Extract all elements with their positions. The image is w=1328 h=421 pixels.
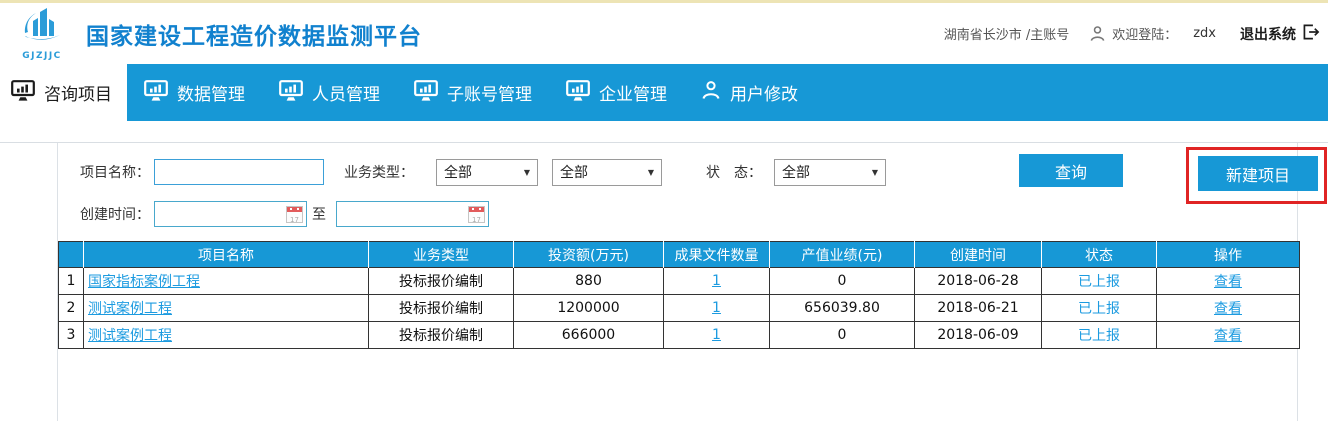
content-panel: 项目名称： 业务类型： 全部 ▼ 全部 ▼ 状 态： 全部 ▼ 创建时间： 17… bbox=[57, 143, 1298, 421]
chevron-down-icon: ▼ bbox=[648, 168, 654, 177]
col-header-investment: 投资额(万元) bbox=[514, 242, 664, 268]
table-row: 2 测试案例工程 投标报价编制 1200000 1 656039.80 2018… bbox=[59, 295, 1300, 322]
view-link[interactable]: 查看 bbox=[1214, 328, 1242, 344]
col-header-actions: 操作 bbox=[1157, 242, 1300, 268]
nav-item-user-modify[interactable]: 用户修改 bbox=[684, 64, 815, 121]
app-logo: GJZJJC bbox=[16, 6, 68, 61]
nav-label: 数据管理 bbox=[177, 80, 245, 105]
status-badge: 已上报 bbox=[1078, 301, 1120, 317]
select-value: 全部 bbox=[782, 162, 810, 182]
app-header: GJZJJC 国家建设工程造价数据监测平台 湖南省长沙市 /主账号 欢迎登陆： … bbox=[0, 3, 1328, 64]
page-title: 国家建设工程造价数据监测平台 bbox=[86, 17, 422, 51]
output-value-cell: 0 bbox=[770, 322, 915, 349]
project-name-input[interactable] bbox=[154, 159, 324, 185]
user-icon bbox=[1089, 25, 1106, 42]
project-name-link[interactable]: 国家指标案例工程 bbox=[88, 274, 200, 290]
project-name-label: 项目名称： bbox=[80, 162, 150, 182]
logout-button[interactable]: 退出系统 bbox=[1240, 24, 1320, 44]
project-name-link[interactable]: 测试案例工程 bbox=[88, 301, 172, 317]
username: zdx bbox=[1193, 26, 1216, 41]
business-type-select-2[interactable]: 全部 ▼ bbox=[552, 159, 662, 186]
select-value: 全部 bbox=[560, 162, 588, 182]
search-button[interactable]: 查询 bbox=[1019, 154, 1123, 187]
nav-label: 咨询项目 bbox=[44, 80, 112, 105]
user-info-bar: 湖南省长沙市 /主账号 欢迎登陆： zdx 退出系统 bbox=[944, 24, 1320, 44]
chevron-down-icon: ▼ bbox=[524, 168, 530, 177]
status-label: 状 态： bbox=[706, 162, 762, 182]
created-time-cell: 2018-06-28 bbox=[915, 268, 1042, 295]
row-index: 3 bbox=[59, 322, 84, 349]
col-header-created-time: 创建时间 bbox=[915, 242, 1042, 268]
status-badge: 已上报 bbox=[1078, 328, 1120, 344]
date-from-input[interactable]: 17 bbox=[154, 201, 307, 227]
created-time-label: 创建时间： bbox=[80, 204, 150, 224]
logout-label: 退出系统 bbox=[1240, 24, 1296, 44]
to-label: 至 bbox=[312, 204, 326, 224]
business-type-cell: 投标报价编制 bbox=[369, 322, 514, 349]
calendar-day: 17 bbox=[472, 216, 481, 224]
select-value: 全部 bbox=[444, 162, 472, 182]
created-time-cell: 2018-06-09 bbox=[915, 322, 1042, 349]
col-header-business-type: 业务类型 bbox=[369, 242, 514, 268]
nav-item-consulting-projects[interactable]: 咨询项目 bbox=[0, 64, 127, 121]
logout-icon bbox=[1303, 24, 1320, 44]
row-index: 1 bbox=[59, 268, 84, 295]
output-value-cell: 0 bbox=[770, 268, 915, 295]
row-index: 2 bbox=[59, 295, 84, 322]
projects-table: 项目名称 业务类型 投资额(万元) 成果文件数量 产值业绩(元) 创建时间 状态… bbox=[58, 241, 1300, 349]
col-header-status: 状态 bbox=[1042, 242, 1157, 268]
investment-cell: 666000 bbox=[514, 322, 664, 349]
calendar-icon[interactable]: 17 bbox=[468, 206, 485, 223]
nav-label: 人员管理 bbox=[312, 80, 380, 105]
col-header-project-name: 项目名称 bbox=[84, 242, 369, 268]
filter-row-2: 创建时间： 17 至 17 bbox=[58, 199, 1297, 229]
monitor-chart-icon bbox=[566, 80, 590, 106]
logo-text: GJZJJC bbox=[22, 52, 62, 61]
nav-label: 子账号管理 bbox=[447, 80, 532, 105]
nav-label: 企业管理 bbox=[599, 80, 667, 105]
view-link[interactable]: 查看 bbox=[1214, 274, 1242, 290]
table-row: 3 测试案例工程 投标报价编制 666000 1 0 2018-06-09 已上… bbox=[59, 322, 1300, 349]
file-count-link[interactable]: 1 bbox=[712, 300, 721, 316]
file-count-link[interactable]: 1 bbox=[712, 327, 721, 343]
col-header-output-value: 产值业绩(元) bbox=[770, 242, 915, 268]
date-to-input[interactable]: 17 bbox=[336, 201, 489, 227]
person-icon bbox=[701, 80, 721, 105]
monitor-chart-icon bbox=[279, 80, 303, 106]
project-name-link[interactable]: 测试案例工程 bbox=[88, 328, 172, 344]
business-type-label: 业务类型： bbox=[344, 162, 414, 182]
calendar-icon[interactable]: 17 bbox=[286, 206, 303, 223]
investment-cell: 1200000 bbox=[514, 295, 664, 322]
business-type-cell: 投标报价编制 bbox=[369, 295, 514, 322]
welcome-label: 欢迎登陆： bbox=[1112, 24, 1177, 43]
monitor-chart-icon bbox=[144, 80, 168, 106]
output-value-cell: 656039.80 bbox=[770, 295, 915, 322]
region-account-text: 湖南省长沙市 /主账号 bbox=[944, 24, 1070, 43]
nav-item-data-management[interactable]: 数据管理 bbox=[127, 64, 262, 121]
col-header-file-count: 成果文件数量 bbox=[664, 242, 770, 268]
nav-label: 用户修改 bbox=[730, 80, 798, 105]
created-time-cell: 2018-06-21 bbox=[915, 295, 1042, 322]
monitor-chart-icon bbox=[11, 80, 35, 106]
monitor-chart-icon bbox=[414, 80, 438, 106]
status-select[interactable]: 全部 ▼ bbox=[774, 159, 886, 186]
view-link[interactable]: 查看 bbox=[1214, 301, 1242, 317]
logo-icon bbox=[16, 6, 68, 51]
status-badge: 已上报 bbox=[1078, 274, 1120, 290]
col-header-index bbox=[59, 242, 84, 268]
nav-item-personnel-management[interactable]: 人员管理 bbox=[262, 64, 397, 121]
business-type-select-1[interactable]: 全部 ▼ bbox=[436, 159, 538, 186]
main-nav: 咨询项目 数据管理 人员管理 子账号管理 企业管理 用户修改 bbox=[0, 64, 1328, 121]
calendar-day: 17 bbox=[290, 216, 299, 224]
nav-item-enterprise-management[interactable]: 企业管理 bbox=[549, 64, 684, 121]
table-header-row: 项目名称 业务类型 投资额(万元) 成果文件数量 产值业绩(元) 创建时间 状态… bbox=[59, 242, 1300, 268]
business-type-cell: 投标报价编制 bbox=[369, 268, 514, 295]
table-row: 1 国家指标案例工程 投标报价编制 880 1 0 2018-06-28 已上报… bbox=[59, 268, 1300, 295]
nav-item-subaccount-management[interactable]: 子账号管理 bbox=[397, 64, 549, 121]
new-project-button[interactable]: 新建项目 bbox=[1198, 156, 1318, 191]
chevron-down-icon: ▼ bbox=[872, 168, 878, 177]
investment-cell: 880 bbox=[514, 268, 664, 295]
file-count-link[interactable]: 1 bbox=[712, 273, 721, 289]
